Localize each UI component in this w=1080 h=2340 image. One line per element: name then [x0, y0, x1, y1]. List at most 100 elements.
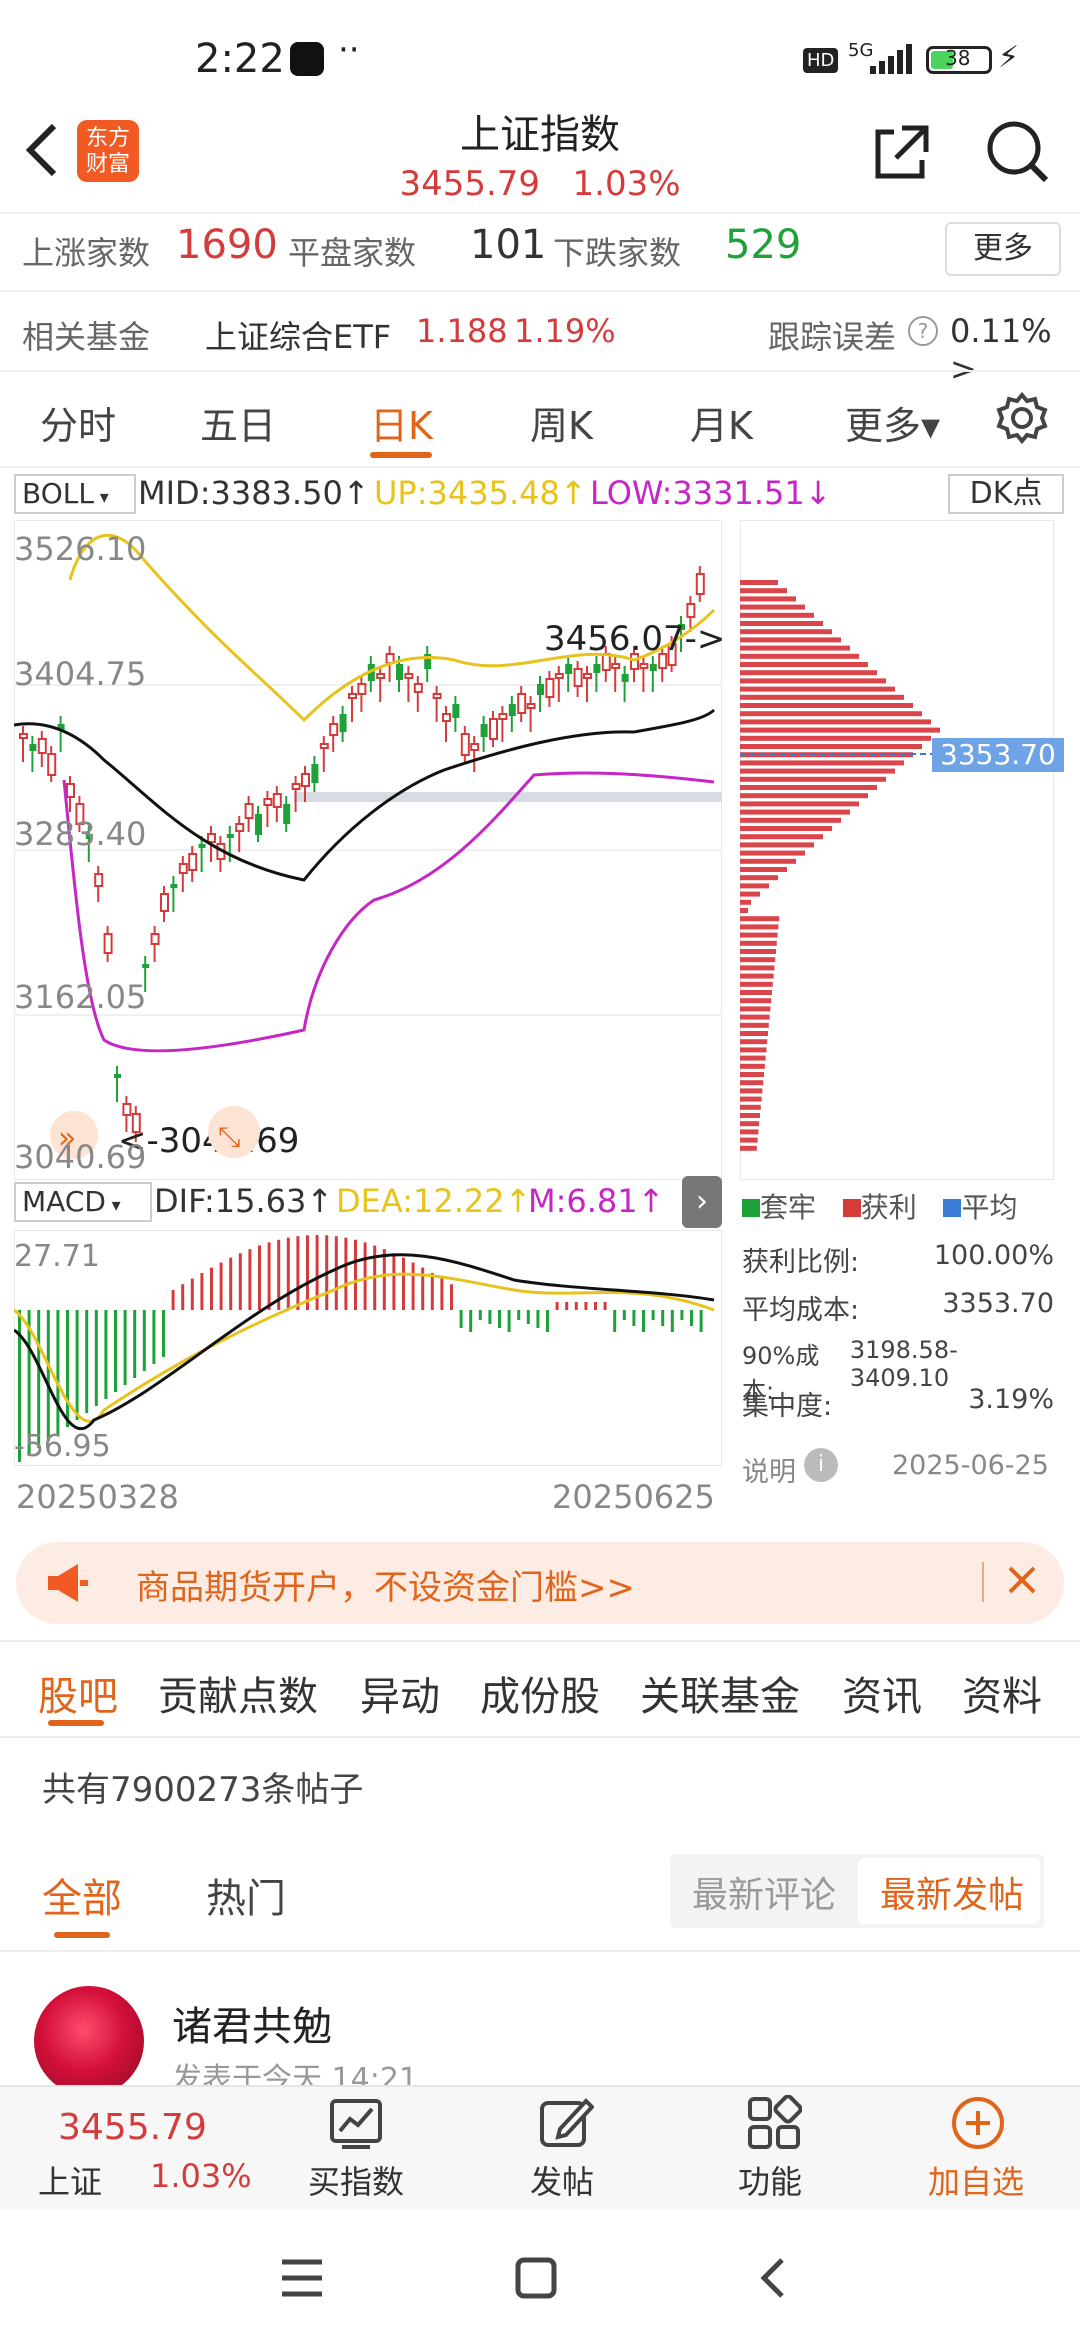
chip-bar [740, 858, 796, 864]
zoom-icon[interactable]: ⤡ [218, 1120, 240, 1153]
candle-body [188, 853, 198, 871]
promo-banner[interactable]: 商品期货开户，不设资金门槛>> [16, 1542, 1064, 1624]
macd-bar [75, 1310, 79, 1420]
chip-bar [740, 768, 895, 774]
chip-bar [740, 867, 787, 872]
axis-tick-1: 3526.10 [14, 530, 146, 568]
macd-bar [440, 1278, 444, 1310]
kline-chart[interactable]: 3456.07-> <-3040.69 » ⤡ 3526.10 3404.75 … [13, 519, 725, 1181]
macd-bar [363, 1242, 367, 1310]
tab-profile[interactable]: 资料 [962, 1664, 1042, 1722]
index-price: 3455.79 [399, 164, 541, 204]
chip-bar [740, 785, 877, 790]
macd-bar [574, 1302, 578, 1310]
expand-right-icon[interactable]: › [682, 1176, 722, 1228]
macd-bar [536, 1310, 540, 1328]
fund-divider [0, 370, 1080, 372]
macd-bar [603, 1302, 607, 1310]
battery-level: 38 [945, 46, 971, 70]
add-watchlist-button[interactable]: 加自选 [920, 2095, 1040, 2205]
candle-body [639, 663, 649, 669]
share-icon[interactable] [872, 122, 932, 186]
tab-5day[interactable]: 五日 [200, 395, 276, 450]
tab-weekly-k[interactable]: 周K [530, 395, 593, 450]
tab-more[interactable]: 更多▾ [845, 395, 940, 450]
flat-count: 101 [470, 222, 547, 268]
chip-bar [740, 776, 886, 782]
stat-row: 90%成本: 3198.58-3409.10 [742, 1336, 958, 1405]
chip-bar [740, 604, 805, 610]
close-icon[interactable] [1002, 1560, 1042, 1604]
battery-icon: 38 [926, 46, 992, 74]
tab-movement[interactable]: 异动 [360, 1664, 440, 1722]
more-button[interactable]: 更多 [945, 222, 1061, 276]
post-button[interactable]: 发帖 [516, 2095, 616, 2205]
bottom-pct: 1.03% [150, 2157, 252, 2195]
chip-bar [740, 727, 940, 733]
settings-gear-icon[interactable] [996, 391, 1048, 448]
tab-news[interactable]: 资讯 [842, 1664, 922, 1722]
tab-guba[interactable]: 股吧 [38, 1664, 118, 1722]
feed-tab-hot[interactable]: 热门 [206, 1866, 286, 1924]
macd-bar [210, 1267, 213, 1310]
macd-selector[interactable]: MACD ▾ [14, 1182, 152, 1222]
candle-body [526, 703, 536, 709]
chip-bar [740, 817, 841, 823]
tab-monthly-k[interactable]: 月K [690, 395, 753, 450]
home-icon[interactable] [514, 2256, 558, 2304]
macd-bar [517, 1310, 521, 1320]
note-label[interactable]: 说明 [742, 1450, 796, 1489]
candle-body [376, 673, 386, 679]
sort-latest-comment[interactable]: 最新评论 [692, 1866, 836, 1918]
candle-body [480, 724, 488, 737]
chip-bar [740, 990, 772, 995]
candle-body [489, 718, 498, 740]
candle-body [611, 663, 621, 669]
macd-bar [344, 1237, 348, 1310]
fund-name[interactable]: 上证综合ETF [205, 312, 391, 358]
tab-related-funds[interactable]: 关联基金 [640, 1664, 800, 1722]
nav-back-icon[interactable] [758, 2256, 788, 2304]
track-error-value[interactable]: 0.11% > [950, 312, 1080, 388]
search-icon[interactable] [984, 118, 1050, 188]
post-author[interactable]: 诸君共勉 [172, 1994, 332, 2052]
info-icon[interactable]: i [804, 1448, 838, 1482]
tab-daily-k[interactable]: 日K [370, 395, 433, 450]
chip-bar [740, 653, 859, 659]
buy-index-button[interactable]: 买指数 [300, 2095, 420, 2205]
macd-bar [171, 1290, 175, 1310]
sort-latest-post[interactable]: 最新发帖 [880, 1866, 1024, 1918]
function-button[interactable]: 功能 [724, 2094, 824, 2205]
grid-icon [746, 2094, 803, 2155]
macd-bar [546, 1310, 549, 1332]
chip-distribution[interactable]: 3353.70 [739, 519, 1064, 1181]
candle-body [114, 1074, 121, 1078]
chip-bar [740, 916, 780, 922]
banner-bottom-divider [0, 1640, 1080, 1642]
macd-bar [104, 1310, 108, 1399]
macd-bar [123, 1310, 127, 1385]
macd-bar [286, 1237, 290, 1310]
avatar[interactable] [34, 1986, 144, 2096]
chip-bar [740, 940, 777, 946]
date-end: 20250625 [552, 1478, 715, 1516]
tab-constituents[interactable]: 成份股 [480, 1664, 600, 1722]
macd-chart[interactable]: 27.71 -56.95 [13, 1229, 723, 1467]
macd-bar [699, 1310, 703, 1332]
dk-point-button[interactable]: DK点 [948, 474, 1064, 514]
charging-icon: ⚡ [998, 40, 1020, 75]
tab-contribution[interactable]: 贡献点数 [158, 1664, 318, 1722]
high-annotation: 3456.07-> [544, 619, 722, 659]
feed-tab-all[interactable]: 全部 [42, 1866, 122, 1924]
chip-bar [740, 645, 850, 651]
tab-timeshare[interactable]: 分时 [40, 395, 116, 450]
candle-body [311, 764, 319, 783]
help-icon[interactable]: ? [908, 316, 938, 346]
menu-icon[interactable] [280, 2258, 324, 2302]
candle-body [593, 664, 601, 673]
candle-body [142, 964, 150, 968]
boll-selector[interactable]: BOLL ▾ [14, 474, 136, 514]
chip-bar [740, 678, 886, 684]
axis-tick-5: 3040.69 [14, 1138, 146, 1176]
candle-body [508, 704, 516, 716]
